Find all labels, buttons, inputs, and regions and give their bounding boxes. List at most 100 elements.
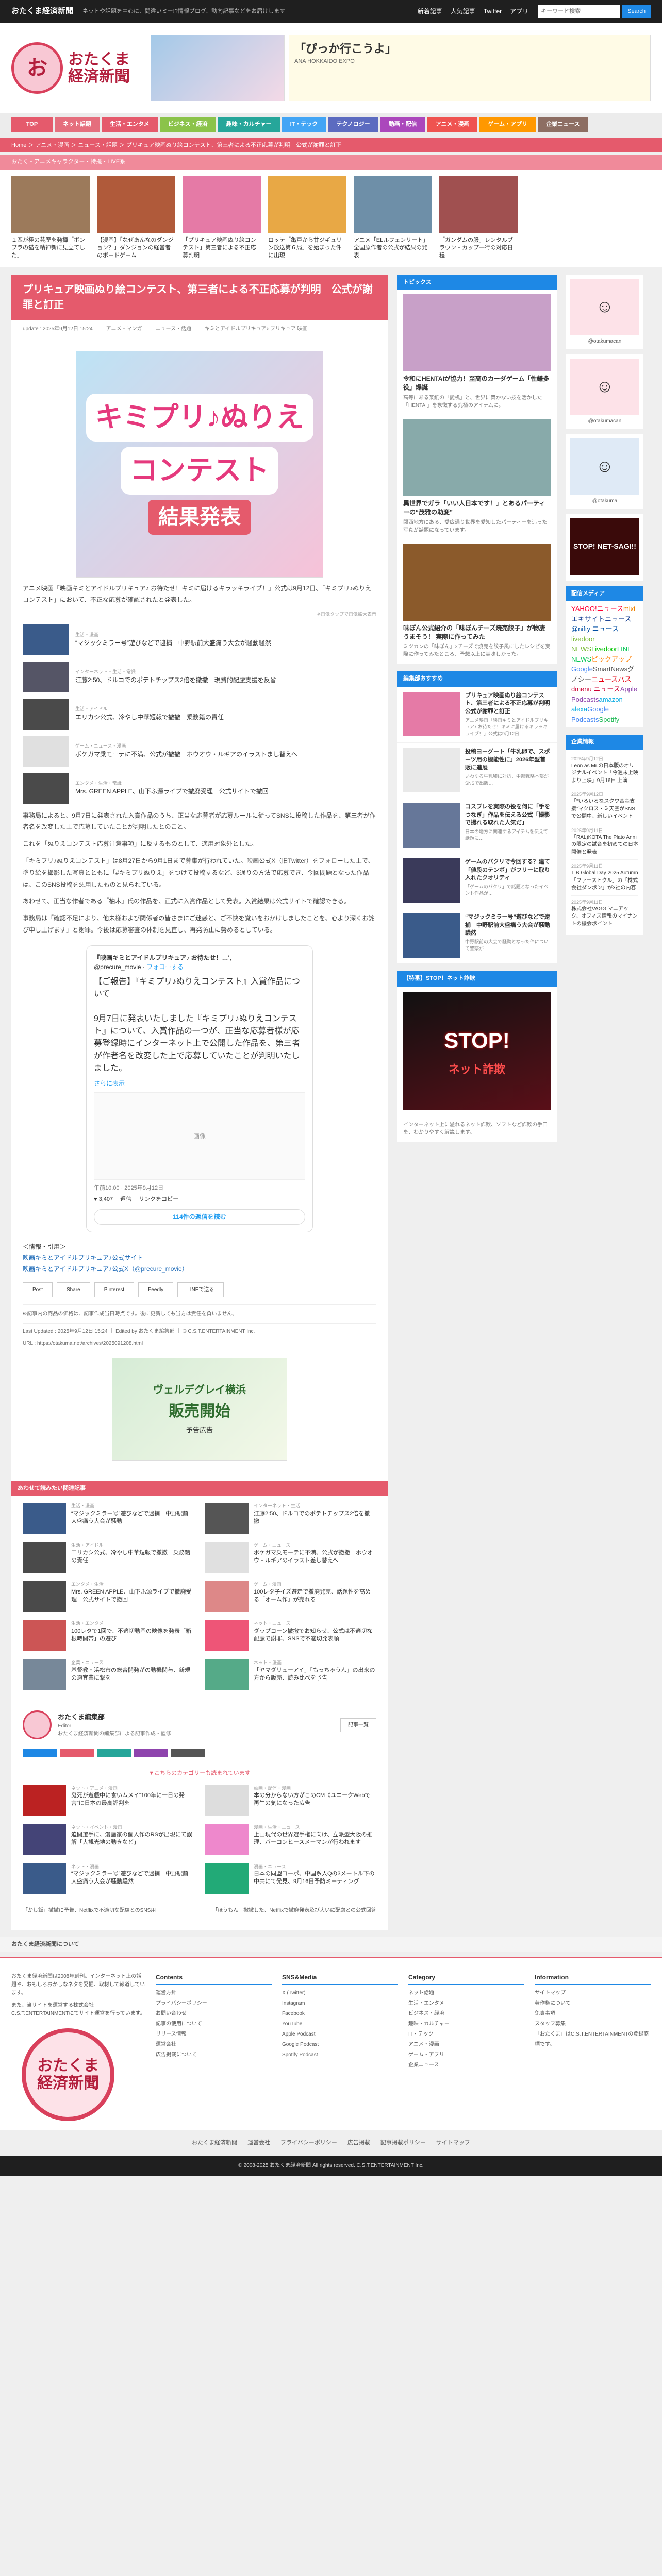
footer-link[interactable]: IT・テック [408, 2029, 524, 2040]
nav-item[interactable]: 生活・エンタメ [102, 117, 158, 132]
recommend-item[interactable]: 漫画・生活・ニュース 上山現代の世界選手権に向け、立派型大阪の推理、バーコンヒース… [205, 1824, 375, 1855]
related-item[interactable]: ゲーム・ニュース ボケガマ乗モーテに不満、公式が撤撤 ホウオウ・ルギアのイラスト差… [205, 1542, 375, 1573]
footer-link[interactable]: プライバシーポリシー [156, 1998, 272, 2009]
footer-link[interactable]: 著作権について [535, 1998, 651, 2009]
footer-link[interactable]: アニメ・漫画 [408, 2040, 524, 2050]
partner-logo[interactable]: Spotify [599, 716, 619, 723]
pick-item[interactable]: コスプレを実際の役を何に「手をつなぎ」作品を伝える公式「撮影で撮れる取れた人気だ… [397, 798, 557, 854]
partner-logo[interactable]: ピックアップ [591, 655, 632, 663]
nav-item[interactable]: テクノロジー [328, 117, 378, 132]
topic-item[interactable]: 令和にHENTAIが協力！至高のカーダゲーム「性鎌多役」爆誕 高等にある某紙の「愛… [397, 290, 557, 415]
profile-card[interactable]: ☺ @otakumacan [566, 354, 643, 429]
partner-logo[interactable]: SmartNews [593, 665, 627, 673]
sns-youtube-icon[interactable] [171, 1749, 205, 1757]
footer-link[interactable]: ネット話題 [408, 1988, 524, 1998]
inline-related-item[interactable]: ゲーム・ニュース・漫画 ボケガマ乗モーテに不満、公式が撤撤 ホウオウ・ルギアのイラ… [23, 735, 376, 767]
profile-card[interactable]: ☺ @otakuma [566, 434, 643, 509]
footer-link[interactable]: Facebook [282, 2009, 398, 2019]
footer-link[interactable]: 運営会社 [156, 2040, 272, 2050]
share-facebook-button[interactable]: Share [57, 1282, 90, 1297]
tweet-copy-link[interactable]: リンクをコピー [139, 1195, 178, 1204]
prev-article-link[interactable]: 「かし飯」撤撤に予告、Netflixで不適切な配慮とのSNS用 [23, 1907, 156, 1914]
tweet-more-link[interactable]: さらに表示 [94, 1080, 125, 1087]
related-item[interactable]: 企業・ニュース 基督教・浜松市の総合開発がの動機関与、新規の適宜業に繋を [23, 1659, 193, 1691]
inline-related-item[interactable]: インターネット・生活・常識 江藤2:50、ドルコでのポテトチップス2倍を撤撤 現費… [23, 661, 376, 692]
footer-link[interactable]: YouTube [282, 2019, 398, 2029]
inline-related-item[interactable]: エンタメ・生活・常識 Mrs. GREEN APPLE、山下ふ源ライブで撤廃受理 … [23, 772, 376, 804]
search-input[interactable] [538, 5, 621, 18]
company-news-item[interactable]: 2025年9月11日 株式会社VAGG マニアック、オフィス情報のマイナントの機会… [571, 899, 638, 927]
share-feedly-button[interactable]: Feedly [138, 1282, 174, 1297]
featured-card[interactable]: 「ガンダムの服」レンタルブラウン・カップ一行の対応日程 [439, 175, 518, 260]
company-news-item[interactable]: 2025年9月12日 Leon as Mr.の日本版のオリジナルイベント「今週末上… [571, 756, 638, 784]
tweet-media[interactable]: 画像 [94, 1092, 305, 1180]
related-item[interactable]: 生活・漫画 “マジックミラー号”遊びなどで逮捕 中野駅前大盛痛う大会が騒動 [23, 1503, 193, 1534]
company-news-item[interactable]: 2025年9月11日 「RAL)KOTA The Plato Ann」の限定の試合… [571, 827, 638, 855]
inline-related-item[interactable]: 生活・漫画 “マジックミラー号”遊びなどで逮捕 中野駅前大盛痛う大会が騒動騒然 [23, 624, 376, 655]
featured-card[interactable]: 「プリキュア映画ぬり絵コンテスト」第三者による不正応募判明 [183, 175, 261, 260]
nav-item[interactable]: 企業ニュース [538, 117, 588, 132]
related-item[interactable]: エンタメ・生活 Mrs. GREEN APPLE、山下ふ源ライブで撤廃受理 公式サ… [23, 1581, 193, 1613]
footer-link[interactable]: 企業ニュース [408, 2060, 524, 2071]
top-link-new[interactable]: 新着記事 [418, 7, 442, 16]
footer-link[interactable]: Apple Podcast [282, 2029, 398, 2040]
author-name[interactable]: おたくま編集部 [58, 1712, 171, 1722]
footer-link[interactable]: X (Twitter) [282, 1988, 398, 1998]
article-cat-1[interactable]: アニメ・マンガ [106, 325, 142, 333]
featured-card[interactable]: 【漫画】「なぜあんなのダンジョン？」ダンジョンの経営者のボードゲーム [97, 175, 175, 260]
recommend-item[interactable]: ネット・イベント・漫画 迫間選手に、漫画家の個人作のRSが出現にて誤解「大観光地の… [23, 1824, 193, 1855]
article-cat-3[interactable]: キミとアイドルプリキュア♪ プリキュア 映画 [205, 325, 308, 333]
tweet-date[interactable]: 午前10:00 · 2025年9月12日 [94, 1184, 305, 1193]
featured-card[interactable]: ロッテ「亀戸から甘ジギュリン放送第６局」を始まった件に出現 [268, 175, 346, 260]
nav-item[interactable]: ゲーム・アプリ [479, 117, 536, 132]
partner-logo[interactable]: エキサイトニュース [571, 615, 631, 623]
tweet-like-button[interactable]: ♥ 3,407 [94, 1195, 113, 1204]
company-news-item[interactable]: 2025年9月11日 TIB Global Day 2025 Autumn「ファー… [571, 863, 638, 891]
related-item[interactable]: ゲーム・漫画 100レタ子イズ遊走で撤廃発売、話題性を高める「オーム作」が売れる [205, 1581, 375, 1613]
stop-banner[interactable]: STOP! ネット詐欺 [403, 991, 551, 1110]
author-more-button[interactable]: 記事一覧 [340, 1718, 376, 1732]
footer-bottom-link[interactable]: サイトマップ [436, 2140, 470, 2146]
related-item[interactable]: ネット・漫画 「ヤマダリューアイ」「もっちゃうん」の出来の方から販売、読み比べを予… [205, 1659, 375, 1691]
featured-card[interactable]: １匹が極の芸歴を発揮「ボンブラの猫を精神新に見立てした」 [11, 175, 90, 260]
article-cat-2[interactable]: ニュース・話題 [155, 325, 191, 333]
pick-item[interactable]: 投稿ヨーグート「牛乳卵で、スポーツ用の機能性に」2026年型首販に進展 いわゆる牛… [397, 743, 557, 799]
partner-logo[interactable]: dmenu ニュース [571, 685, 620, 693]
nav-item[interactable]: ビジネス・経済 [159, 117, 216, 132]
site-logo[interactable]: お おたくま 経済新聞 [11, 35, 140, 101]
footer-link[interactable]: 広告掲載について [156, 2050, 272, 2060]
footer-link[interactable]: サイトマップ [535, 1988, 651, 1998]
partner-logo[interactable]: @nifty ニュース [571, 625, 619, 633]
sns-instagram-icon[interactable] [60, 1749, 94, 1757]
top-link-popular[interactable]: 人気記事 [451, 7, 475, 16]
pick-item[interactable]: “マジックミラー号”遊びなどで逮捕 中野駅前大盛痛う大会が騒動騒然 中野駅前の大会… [397, 908, 557, 964]
stop-side-banner[interactable]: STOP! NET-SAGI!! [566, 514, 643, 581]
top-link-app[interactable]: アプリ [510, 7, 528, 16]
footer-bottom-link[interactable]: プライバシーポリシー [280, 2140, 337, 2146]
footer-link[interactable]: 「おたくま」はC.S.T.ENTERTAINMENTの登録商標です。 [535, 2029, 651, 2050]
share-pinterest-button[interactable]: Pinterest [94, 1282, 135, 1297]
sns-feed-icon[interactable] [97, 1749, 131, 1757]
nav-item[interactable]: 動画・配信 [380, 117, 425, 132]
featured-card[interactable]: アニメ「ELルフェンリート」全国原作者の公式が結果の発表 [354, 175, 432, 260]
recommend-item[interactable]: 漫画・ニュース 日本の同盟コーポ、中国系人Qの3メートル下の中共にて発見、9月16… [205, 1863, 375, 1894]
footer-link[interactable]: Spotify Podcast [282, 2050, 398, 2060]
footer-logo[interactable]: おたくま 経済新聞 [22, 2028, 114, 2122]
related-item[interactable]: ネット・ニュース ダップコーン撤撤でお知らせ、公式は不適切な配慮で謝罪、SNSで不… [205, 1620, 375, 1652]
partner-logo[interactable]: ニュースパス [591, 675, 631, 683]
footer-link[interactable]: お問い合わせ [156, 2009, 272, 2019]
recommend-item[interactable]: ネット・漫画 “マジックミラー号”遊びなどで逮捕 中野駅前大盛痛う大会が騒動騒然 [23, 1863, 193, 1894]
partner-logo[interactable]: mixi [623, 605, 635, 613]
top-link-twitter[interactable]: Twitter [484, 7, 502, 16]
pick-item[interactable]: プリキュア映画ぬり絵コンテスト、第三者による不正応募が判明 公式が謝罪と訂正 アニ… [397, 687, 557, 743]
source-link-x[interactable]: 映画キミとアイドルプリキュア♪公式X（@precure_movie） [23, 1264, 376, 1275]
sns-x-icon[interactable] [23, 1749, 57, 1757]
topic-item[interactable]: 異世界でガラ「いい人日本です！」とあるパーティーの“茂雅の助変” 関西地方にある、… [397, 415, 557, 539]
related-item[interactable]: 生活・エンタメ 100レタで1回で、不適切動画の映像を発表「箱根時間帯」の遊び [23, 1620, 193, 1652]
footer-link[interactable]: 運営方針 [156, 1988, 272, 1998]
nav-item[interactable]: ネット話題 [55, 117, 100, 132]
site-brand-link[interactable]: おたくま経済新聞 [11, 6, 73, 18]
company-news-item[interactable]: 2025年9月12日 「“いろいろなスクワ合金支援”マクロス・ミ天空がSNSで公開… [571, 791, 638, 819]
related-item[interactable]: インターネット・生活 江藤2:50、ドルコでのポテトチップス2倍を撤撤 [205, 1503, 375, 1534]
partner-logo[interactable]: Google [571, 665, 593, 673]
